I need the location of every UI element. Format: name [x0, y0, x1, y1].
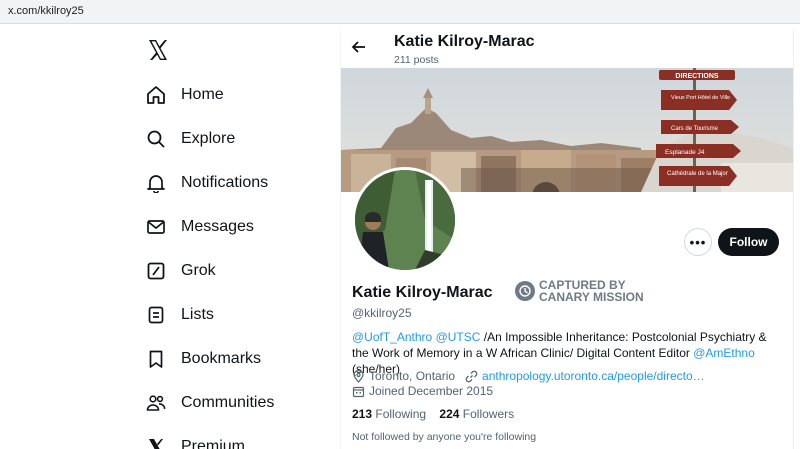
sidebar-item-messages[interactable]: Messages — [146, 212, 254, 242]
following-link[interactable]: 213 Following — [352, 407, 426, 421]
sidebar-item-label: Grok — [181, 262, 216, 279]
url-text[interactable]: x.com/kkilroy25 — [8, 5, 84, 17]
profile-display-name: Katie Kilroy-Marac — [352, 284, 493, 301]
link-icon — [465, 370, 478, 382]
browser-address-bar[interactable]: x.com/kkilroy25 — [0, 0, 800, 24]
follow-button[interactable]: Follow — [718, 228, 779, 256]
x-logo-icon[interactable] — [146, 38, 170, 62]
sidebar-item-notifications[interactable]: Notifications — [146, 168, 268, 198]
envelope-icon — [147, 220, 165, 234]
header-post-count: 211 posts — [394, 54, 439, 66]
sidebar-item-label: Premium — [181, 438, 246, 449]
profile-handle: @kkilroy25 — [352, 306, 412, 320]
sidebar-item-label: Notifications — [181, 174, 269, 191]
calendar-icon — [352, 386, 365, 397]
sidebar-item-lists[interactable]: Lists — [146, 300, 214, 330]
back-arrow-icon[interactable] — [351, 39, 367, 55]
sidebar-item-home[interactable]: Home — [146, 80, 224, 110]
followers-label: Followers — [462, 407, 515, 421]
sidebar-item-label: Home — [181, 86, 224, 103]
canary-logo-icon — [515, 281, 535, 301]
search-icon — [147, 130, 165, 148]
profile-column: Katie Kilroy-Marac 211 posts DIRECTIONS … — [341, 24, 793, 449]
badge-line-2: CANARY MISSION — [539, 290, 644, 304]
bell-icon — [147, 175, 165, 193]
sidebar-item-label: Bookmarks — [181, 350, 262, 367]
avatar-photo — [355, 170, 455, 270]
sidebar-item-communities[interactable]: Communities — [146, 388, 274, 418]
followers-link[interactable]: 224 Followers — [439, 407, 514, 421]
sidebar-item-label: Messages — [181, 218, 254, 235]
canary-mission-badge[interactable]: CAPTURED BY CANARY MISSION — [515, 279, 644, 303]
banner-sign-vieux-port: Vieux Port Hôtel de Ville — [671, 95, 730, 101]
sidebar-item-label: Communities — [181, 394, 275, 411]
following-count: 213 — [352, 407, 373, 421]
sidebar-item-explore[interactable]: Explore — [146, 124, 235, 154]
profile-meta-row: Toronto, Ontario anthropology.utoronto.c… — [352, 369, 705, 383]
bio-mention-utsc[interactable]: @UTSC — [436, 330, 481, 344]
list-icon — [148, 306, 164, 324]
banner-sign-directions: DIRECTIONS — [675, 73, 719, 80]
followers-count: 224 — [439, 407, 460, 421]
bio-mention-amethno[interactable]: @AmEthno — [693, 346, 755, 360]
profile-joined-row: Joined December 2015 — [352, 384, 493, 398]
grok-icon — [147, 262, 165, 280]
x-premium-icon — [149, 439, 163, 449]
banner-sign-cars: Cars de Tourisme — [671, 126, 719, 132]
profile-joined-date: Joined December 2015 — [369, 384, 494, 398]
location-pin-icon — [353, 369, 364, 383]
header-display-name: Katie Kilroy-Marac — [394, 33, 535, 50]
banner-sign-cathedrale: Cathédrale de la Major — [667, 171, 728, 177]
following-label: Following — [375, 407, 427, 421]
sidebar-item-bookmarks[interactable]: Bookmarks — [146, 344, 261, 374]
sidebar-item-label: Lists — [181, 306, 214, 323]
banner-sign-esplanade: Esplanade J4 — [665, 149, 705, 156]
sidebar-nav: Home Explore Notifications Messages Grok… — [0, 24, 340, 449]
sidebar-item-grok[interactable]: Grok — [146, 256, 216, 286]
sidebar-item-label: Explore — [181, 130, 236, 147]
sidebar-item-premium[interactable]: Premium — [146, 432, 245, 449]
not-followed-notice: Not followed by anyone you're following — [352, 431, 537, 443]
profile-location: Toronto, Ontario — [369, 369, 456, 383]
profile-header-bar: Katie Kilroy-Marac 211 posts — [341, 24, 793, 68]
avatar[interactable] — [352, 167, 458, 273]
bio-mention-uoft-anthro[interactable]: @UofT_Anthro — [352, 330, 432, 344]
home-icon — [147, 86, 165, 104]
profile-website-link[interactable]: anthropology.utoronto.ca/people/directo… — [482, 369, 705, 383]
more-options-button[interactable]: ••• — [684, 228, 712, 256]
page-scrollbar[interactable] — [793, 30, 800, 449]
follow-counts: 213 Following 224 Followers — [352, 407, 514, 421]
communities-icon — [146, 395, 166, 411]
bookmark-icon — [149, 350, 163, 368]
